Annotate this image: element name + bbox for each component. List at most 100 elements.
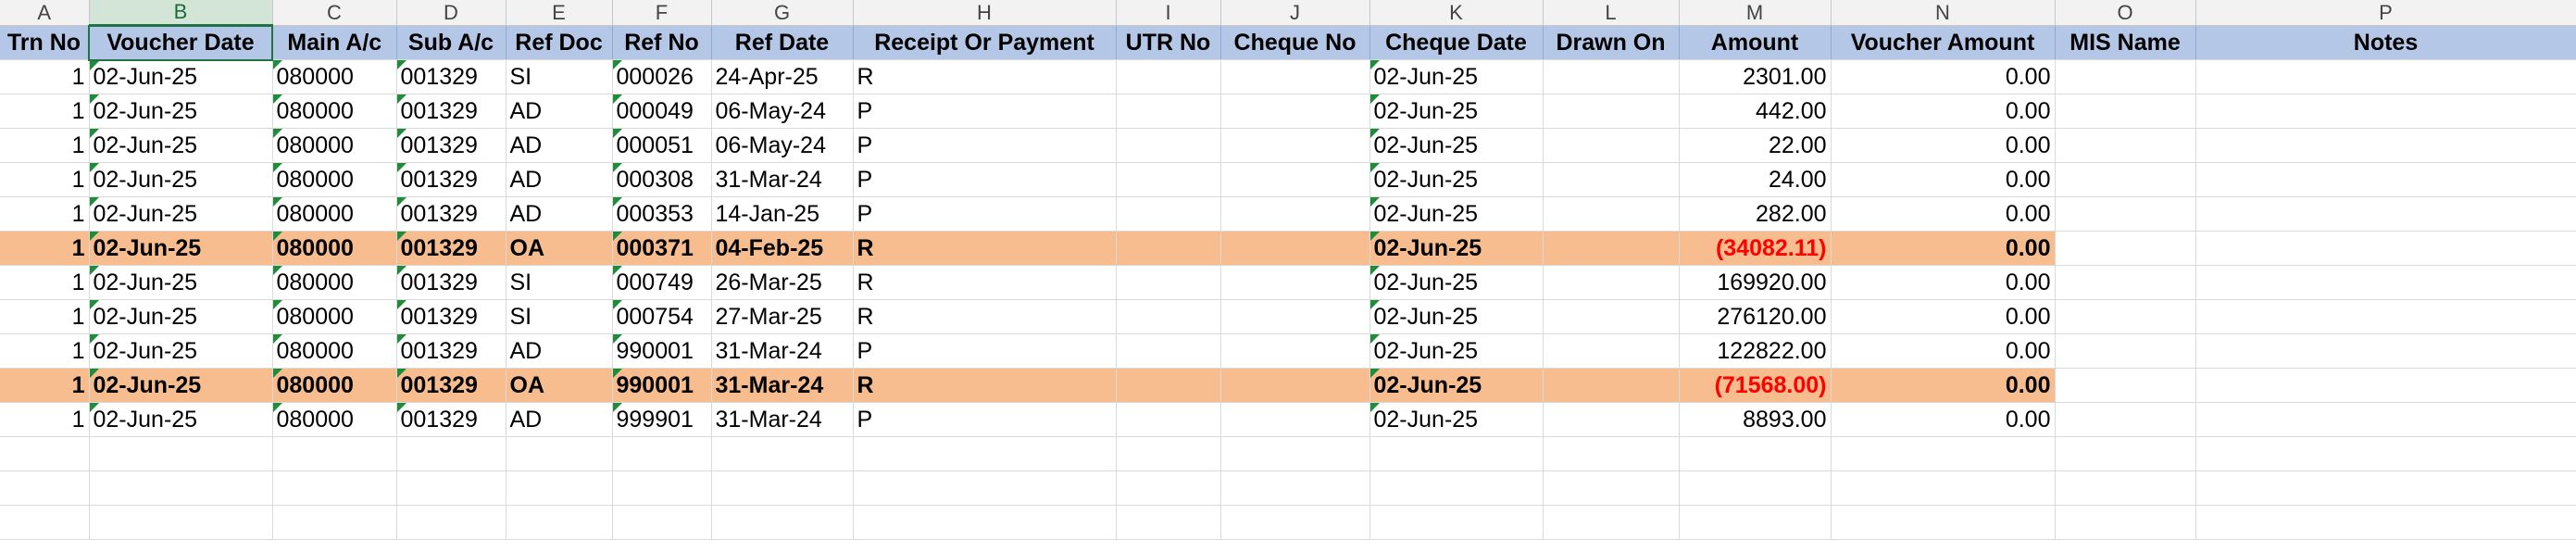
empty-cell[interactable] bbox=[0, 436, 90, 471]
header-cell[interactable]: Voucher Date bbox=[88, 24, 273, 61]
cell-utr[interactable] bbox=[1116, 368, 1221, 403]
cell-vamount[interactable]: 0.00 bbox=[1831, 59, 2056, 94]
cell-chq[interactable] bbox=[1220, 333, 1370, 369]
cell-chqdate[interactable]: 02-Jun-25 bbox=[1369, 94, 1544, 129]
cell-main[interactable]: 080000 bbox=[272, 162, 397, 197]
empty-cell[interactable] bbox=[272, 470, 397, 506]
empty-cell[interactable] bbox=[1220, 470, 1370, 506]
empty-cell[interactable] bbox=[2055, 505, 2196, 540]
empty-cell[interactable] bbox=[506, 470, 613, 506]
cell-rp[interactable]: P bbox=[853, 162, 1117, 197]
cell-chqdate[interactable]: 02-Jun-25 bbox=[1369, 59, 1544, 94]
empty-cell[interactable] bbox=[506, 436, 613, 471]
cell-rp[interactable]: P bbox=[853, 94, 1117, 129]
cell-sub[interactable]: 001329 bbox=[396, 231, 506, 266]
cell-notes[interactable] bbox=[2195, 196, 2576, 232]
empty-cell[interactable] bbox=[1116, 470, 1221, 506]
cell-vdate[interactable]: 02-Jun-25 bbox=[89, 196, 273, 232]
cell-refdoc[interactable]: AD bbox=[506, 94, 613, 129]
cell-sub[interactable]: 001329 bbox=[396, 196, 506, 232]
cell-trn[interactable]: 1 bbox=[0, 94, 90, 129]
cell-vdate[interactable]: 02-Jun-25 bbox=[89, 402, 273, 437]
cell-chqdate[interactable]: 02-Jun-25 bbox=[1369, 128, 1544, 163]
empty-cell[interactable] bbox=[1679, 436, 1832, 471]
cell-mis[interactable] bbox=[2055, 299, 2196, 334]
cell-vdate[interactable]: 02-Jun-25 bbox=[89, 59, 273, 94]
header-cell[interactable]: Ref Date bbox=[711, 25, 854, 60]
empty-cell[interactable] bbox=[1543, 505, 1680, 540]
empty-cell[interactable] bbox=[711, 505, 854, 540]
header-cell[interactable]: Notes bbox=[2195, 25, 2576, 60]
empty-cell[interactable] bbox=[272, 436, 397, 471]
cell-trn[interactable]: 1 bbox=[0, 299, 90, 334]
cell-refdate[interactable]: 27-Mar-25 bbox=[711, 299, 854, 334]
empty-cell[interactable] bbox=[1831, 505, 2056, 540]
empty-cell[interactable] bbox=[711, 436, 854, 471]
cell-refno[interactable]: 000371 bbox=[612, 231, 712, 266]
cell-vdate[interactable]: 02-Jun-25 bbox=[89, 368, 273, 403]
cell-refno[interactable]: 000749 bbox=[612, 265, 712, 300]
cell-rp[interactable]: R bbox=[853, 59, 1117, 94]
cell-utr[interactable] bbox=[1116, 128, 1221, 163]
column-letter-o[interactable]: O bbox=[2055, 0, 2196, 26]
cell-drawn[interactable] bbox=[1543, 231, 1680, 266]
empty-cell[interactable] bbox=[853, 505, 1117, 540]
cell-refdate[interactable]: 31-Mar-24 bbox=[711, 162, 854, 197]
cell-trn[interactable]: 1 bbox=[0, 59, 90, 94]
cell-trn[interactable]: 1 bbox=[0, 231, 90, 266]
cell-notes[interactable] bbox=[2195, 299, 2576, 334]
cell-rp[interactable]: P bbox=[853, 402, 1117, 437]
cell-vamount[interactable]: 0.00 bbox=[1831, 265, 2056, 300]
empty-cell[interactable] bbox=[2195, 505, 2576, 540]
cell-amount[interactable]: (34082.11) bbox=[1679, 231, 1832, 266]
cell-main[interactable]: 080000 bbox=[272, 231, 397, 266]
column-letter-b[interactable]: B bbox=[89, 0, 273, 27]
cell-chq[interactable] bbox=[1220, 368, 1370, 403]
empty-cell[interactable] bbox=[396, 470, 506, 506]
cell-main[interactable]: 080000 bbox=[272, 94, 397, 129]
empty-cell[interactable] bbox=[2055, 470, 2196, 506]
cell-vdate[interactable]: 02-Jun-25 bbox=[89, 333, 273, 369]
cell-chqdate[interactable]: 02-Jun-25 bbox=[1369, 162, 1544, 197]
empty-cell[interactable] bbox=[1679, 470, 1832, 506]
cell-utr[interactable] bbox=[1116, 59, 1221, 94]
cell-drawn[interactable] bbox=[1543, 265, 1680, 300]
column-letter-i[interactable]: I bbox=[1116, 0, 1221, 26]
cell-chqdate[interactable]: 02-Jun-25 bbox=[1369, 196, 1544, 232]
cell-mis[interactable] bbox=[2055, 368, 2196, 403]
cell-refdoc[interactable]: OA bbox=[506, 368, 613, 403]
cell-refdoc[interactable]: SI bbox=[506, 59, 613, 94]
empty-cell[interactable] bbox=[2195, 470, 2576, 506]
cell-chqdate[interactable]: 02-Jun-25 bbox=[1369, 333, 1544, 369]
empty-cell[interactable] bbox=[1831, 436, 2056, 471]
cell-vamount[interactable]: 0.00 bbox=[1831, 299, 2056, 334]
cell-refdoc[interactable]: OA bbox=[506, 231, 613, 266]
cell-trn[interactable]: 1 bbox=[0, 265, 90, 300]
cell-sub[interactable]: 001329 bbox=[396, 299, 506, 334]
cell-refdate[interactable]: 31-Mar-24 bbox=[711, 368, 854, 403]
empty-cell[interactable] bbox=[1831, 470, 2056, 506]
cell-chq[interactable] bbox=[1220, 265, 1370, 300]
cell-vamount[interactable]: 0.00 bbox=[1831, 162, 2056, 197]
empty-cell[interactable] bbox=[853, 470, 1117, 506]
cell-refdate[interactable]: 26-Mar-25 bbox=[711, 265, 854, 300]
cell-notes[interactable] bbox=[2195, 402, 2576, 437]
cell-vamount[interactable]: 0.00 bbox=[1831, 128, 2056, 163]
cell-main[interactable]: 080000 bbox=[272, 265, 397, 300]
empty-cell[interactable] bbox=[0, 505, 90, 540]
cell-chqdate[interactable]: 02-Jun-25 bbox=[1369, 402, 1544, 437]
empty-cell[interactable] bbox=[89, 505, 273, 540]
empty-cell[interactable] bbox=[711, 470, 854, 506]
cell-utr[interactable] bbox=[1116, 333, 1221, 369]
cell-refdate[interactable]: 14-Jan-25 bbox=[711, 196, 854, 232]
cell-chq[interactable] bbox=[1220, 162, 1370, 197]
cell-vdate[interactable]: 02-Jun-25 bbox=[89, 128, 273, 163]
cell-sub[interactable]: 001329 bbox=[396, 94, 506, 129]
cell-main[interactable]: 080000 bbox=[272, 368, 397, 403]
empty-cell[interactable] bbox=[396, 505, 506, 540]
cell-amount[interactable]: 8893.00 bbox=[1679, 402, 1832, 437]
cell-chqdate[interactable]: 02-Jun-25 bbox=[1369, 265, 1544, 300]
cell-sub[interactable]: 001329 bbox=[396, 333, 506, 369]
cell-mis[interactable] bbox=[2055, 128, 2196, 163]
cell-main[interactable]: 080000 bbox=[272, 128, 397, 163]
